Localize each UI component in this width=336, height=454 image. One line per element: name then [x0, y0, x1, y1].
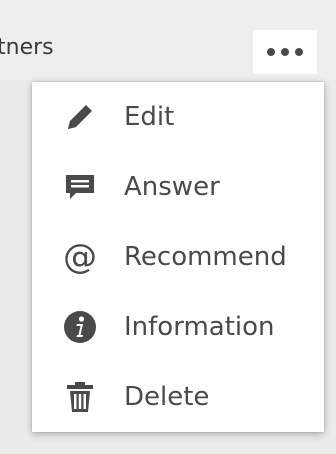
- menu-item-answer[interactable]: Answer: [32, 152, 324, 222]
- menu-item-recommend[interactable]: @ Recommend: [32, 222, 324, 292]
- page-title: tners: [0, 35, 54, 60]
- menu-item-information[interactable]: Information: [32, 292, 324, 362]
- more-dot-icon: [281, 48, 289, 56]
- menu-item-label: Information: [124, 312, 275, 342]
- more-dot-icon: [295, 48, 303, 56]
- menu-item-delete[interactable]: Delete: [32, 362, 324, 432]
- header-bar: tners: [0, 0, 336, 80]
- info-icon: [60, 307, 100, 347]
- pencil-icon: [60, 97, 100, 137]
- comment-icon: [60, 167, 100, 207]
- menu-item-label: Recommend: [124, 242, 287, 272]
- more-dot-icon: [267, 48, 275, 56]
- trash-icon: [60, 377, 100, 417]
- more-options-button[interactable]: [253, 30, 317, 74]
- menu-item-label: Answer: [124, 172, 220, 202]
- at-sign-icon: @: [60, 237, 100, 277]
- context-menu: Edit Answer @ Recommend Information Dele…: [32, 82, 324, 432]
- at-glyph: @: [63, 237, 97, 277]
- menu-item-label: Edit: [124, 102, 175, 132]
- menu-item-label: Delete: [124, 382, 210, 412]
- menu-item-edit[interactable]: Edit: [32, 82, 324, 152]
